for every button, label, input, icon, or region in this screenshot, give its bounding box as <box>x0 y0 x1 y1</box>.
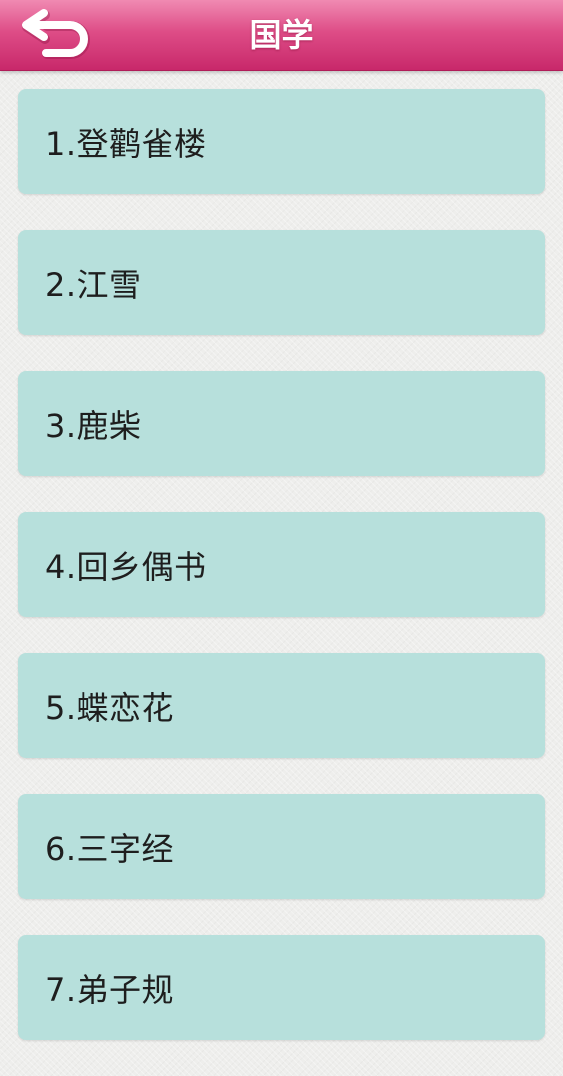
navigation-bar: 国学 <box>0 0 563 71</box>
list-item-label: 6.三字经 <box>45 829 175 868</box>
list-item-label: 3.鹿柴 <box>45 406 142 445</box>
list-item-label: 2.江雪 <box>45 265 142 304</box>
list-item-5[interactable]: 5.蝶恋花 <box>18 653 545 758</box>
page-title: 国学 <box>249 16 314 54</box>
list-item-label: 5.蝶恋花 <box>45 688 175 727</box>
list-item-label: 7.弟子规 <box>45 970 175 1009</box>
list-item-6[interactable]: 6.三字经 <box>18 794 545 899</box>
list-item-3[interactable]: 3.鹿柴 <box>18 371 545 476</box>
list-item-1[interactable]: 1.登鹳雀楼 <box>18 89 545 194</box>
list-item-2[interactable]: 2.江雪 <box>18 230 545 335</box>
list-item-label: 1.登鹳雀楼 <box>45 124 207 163</box>
list-item-label: 4.回乡偶书 <box>45 547 207 586</box>
list-item-7[interactable]: 7.弟子规 <box>18 935 545 1040</box>
list-item-4[interactable]: 4.回乡偶书 <box>18 512 545 617</box>
poem-list: 1.登鹳雀楼 2.江雪 3.鹿柴 4.回乡偶书 5.蝶恋花 6.三字经 7.弟子… <box>18 89 545 1076</box>
